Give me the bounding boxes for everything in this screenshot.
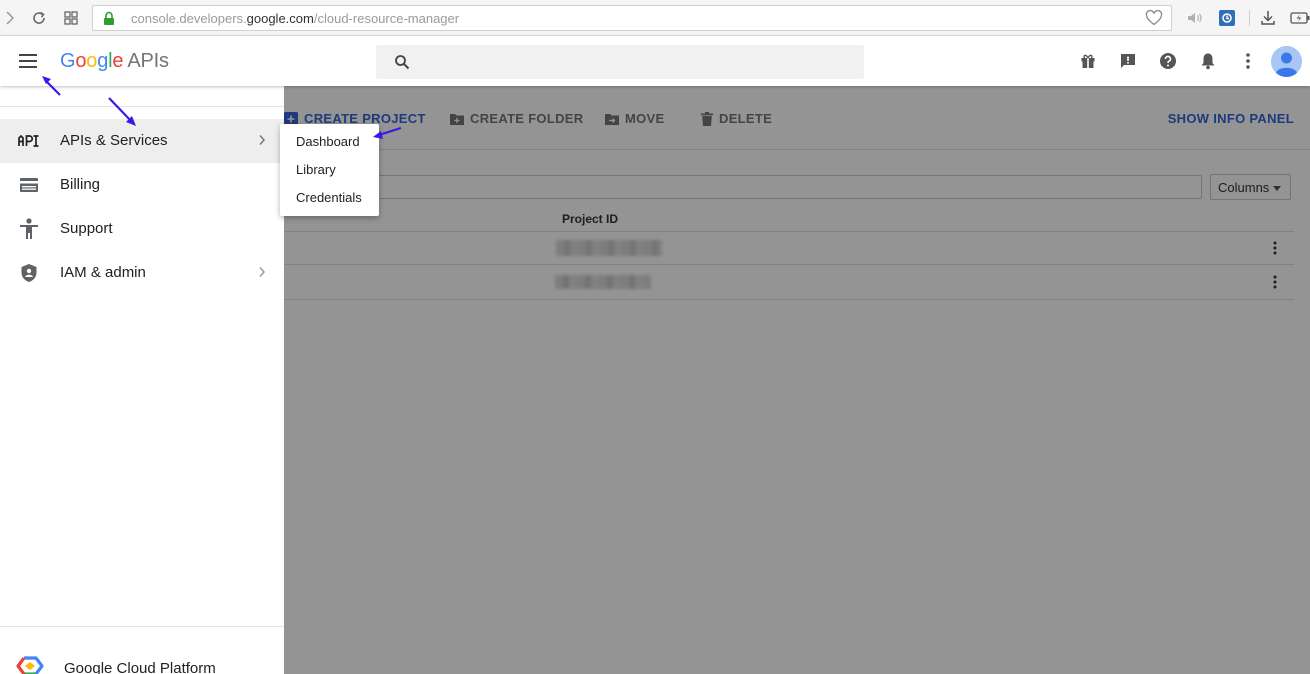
- help-icon[interactable]: [1158, 51, 1178, 71]
- support-icon: [17, 217, 41, 241]
- search-icon: [394, 54, 410, 75]
- nav-item-apis-services[interactable]: APIs & Services: [0, 119, 284, 163]
- extension-icon[interactable]: [1217, 8, 1237, 28]
- nav-item-label: APIs & Services: [60, 132, 168, 149]
- apis-services-submenu: Dashboard Library Credentials: [280, 124, 379, 216]
- feedback-icon[interactable]: [1118, 51, 1138, 71]
- search-bar[interactable]: [376, 45, 864, 79]
- lock-icon: [103, 11, 115, 31]
- url-text: console.developers.google.com/cloud-reso…: [131, 11, 460, 26]
- chevron-right-icon: [258, 133, 266, 151]
- chevron-right-icon: [258, 265, 266, 283]
- api-icon: [17, 129, 41, 153]
- submenu-item-library[interactable]: Library: [280, 155, 379, 183]
- nav-item-iam-admin[interactable]: IAM & admin: [0, 251, 284, 295]
- nav-item-label: IAM & admin: [60, 264, 146, 281]
- search-input[interactable]: [420, 51, 850, 73]
- gift-icon[interactable]: [1078, 51, 1098, 71]
- battery-icon: [1290, 8, 1310, 28]
- nav-item-label: Support: [60, 220, 113, 237]
- app-header: Google APIs: [0, 36, 1310, 86]
- nav-item-support[interactable]: Support: [0, 207, 284, 251]
- submenu-item-credentials[interactable]: Credentials: [280, 183, 379, 211]
- avatar[interactable]: [1271, 46, 1302, 77]
- nav-item-billing[interactable]: Billing: [0, 163, 284, 207]
- address-bar[interactable]: console.developers.google.com/cloud-reso…: [92, 5, 1172, 31]
- notifications-icon[interactable]: [1198, 51, 1218, 71]
- google-apis-logo[interactable]: Google APIs: [60, 50, 169, 73]
- speaker-icon[interactable]: [1185, 8, 1205, 28]
- reload-icon[interactable]: [29, 8, 49, 28]
- nav-item-label: Billing: [60, 176, 101, 193]
- browser-toolbar: console.developers.google.com/cloud-reso…: [0, 0, 1310, 36]
- submenu-item-dashboard[interactable]: Dashboard: [280, 127, 379, 155]
- download-icon[interactable]: [1258, 8, 1278, 28]
- billing-icon: [17, 173, 41, 197]
- footer-product-name[interactable]: Google Cloud Platform: [64, 660, 216, 674]
- heart-icon[interactable]: [1145, 9, 1163, 31]
- drawer-divider: [0, 626, 284, 627]
- toolbar-divider: [1249, 10, 1250, 26]
- nav-drawer: APIs & Services Billing Support IAM & ad…: [0, 86, 284, 674]
- drawer-divider: [0, 106, 284, 107]
- menu-icon[interactable]: [16, 50, 40, 72]
- google-cloud-logo-icon: [16, 656, 44, 674]
- more-vert-icon[interactable]: [1238, 51, 1258, 71]
- forward-icon[interactable]: [0, 8, 20, 28]
- tab-grid-icon[interactable]: [61, 8, 81, 28]
- shield-icon: [17, 261, 41, 285]
- scrim-overlay[interactable]: [284, 86, 1310, 674]
